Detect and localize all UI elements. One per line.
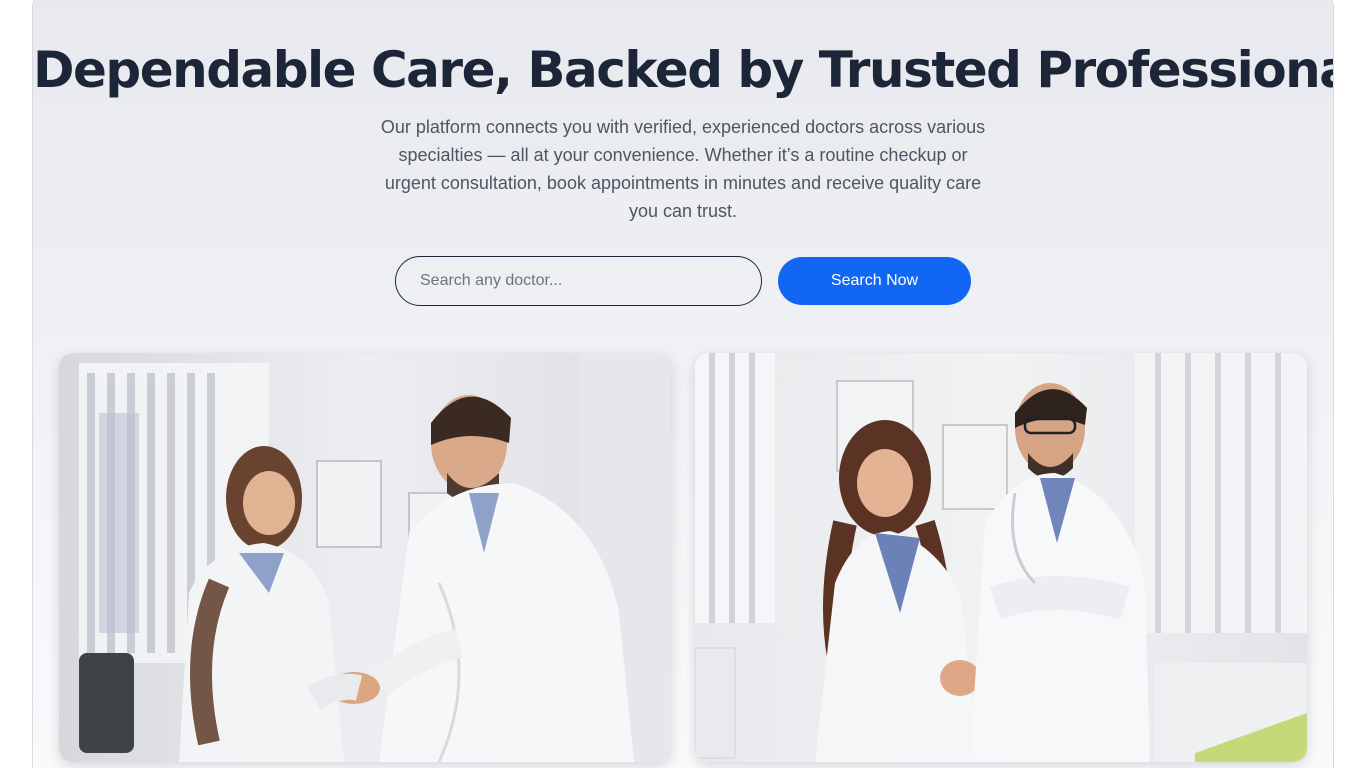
doctors-handshake-image <box>59 353 671 762</box>
page-title: Dependable Care, Backed by Trusted Profe… <box>33 41 1334 99</box>
search-now-button[interactable]: Search Now <box>778 257 971 305</box>
hero-subtitle: Our platform connects you with verified,… <box>380 117 986 221</box>
doctors-standing-image <box>695 353 1307 762</box>
hero-section: Dependable Care, Backed by Trusted Profe… <box>32 0 1334 768</box>
search-input[interactable] <box>395 256 762 306</box>
doctors-handshake-illustration <box>59 353 671 762</box>
doctors-standing-illustration <box>695 353 1307 762</box>
